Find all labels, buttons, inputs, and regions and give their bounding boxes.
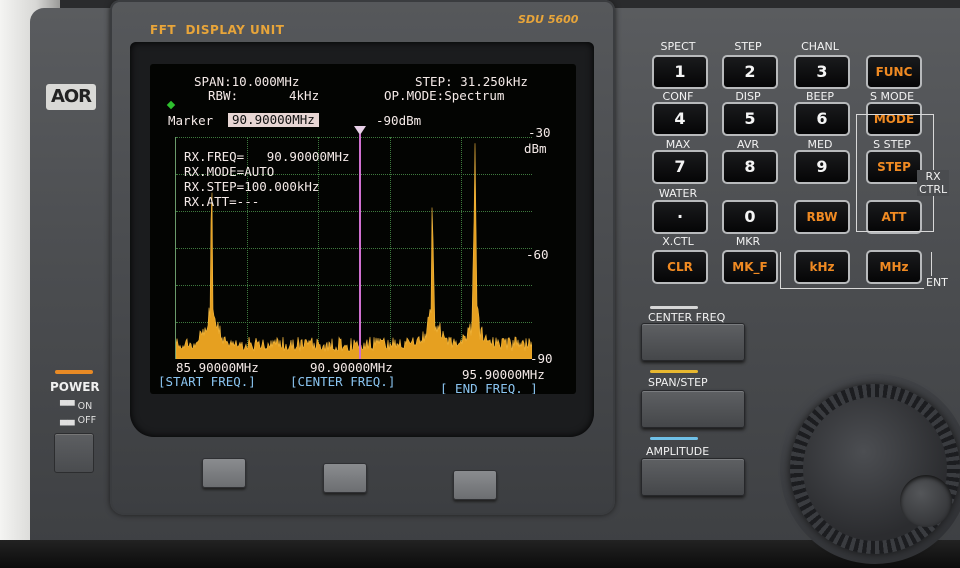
key-function-label: CHANL bbox=[801, 40, 839, 53]
keypad-button[interactable]: 1 bbox=[652, 55, 708, 89]
rx-mode-readout: RX.MODE=AUTO bbox=[184, 164, 275, 179]
keypad-button[interactable]: 5 bbox=[722, 102, 778, 136]
key-function-label: MKR bbox=[735, 235, 761, 248]
key-function-label: WATER bbox=[658, 187, 698, 200]
end-frequency: 95.90000MHz bbox=[462, 367, 545, 382]
ref-level-bottom: -90 bbox=[530, 351, 553, 366]
power-off-icon: ▄▄ bbox=[60, 415, 78, 426]
marker-frequency-field[interactable]: 90.90000MHz bbox=[228, 113, 319, 127]
span-step-key-label: SPAN/STEP bbox=[648, 376, 708, 389]
rx-step-readout: RX.STEP=100.000kHz bbox=[184, 179, 320, 194]
span-readout: SPAN:10.000MHz bbox=[194, 74, 300, 89]
softkey-center-freq[interactable] bbox=[323, 463, 367, 493]
display-unit-title: FFT DISPLAY UNIT bbox=[150, 23, 285, 37]
keypad-button[interactable]: RBW bbox=[794, 200, 850, 234]
keypad-button[interactable]: MK_F bbox=[722, 250, 778, 284]
key-function-label: SPECT bbox=[660, 40, 696, 53]
keypad-button[interactable]: 0 bbox=[722, 200, 778, 234]
keypad-button[interactable]: 4 bbox=[652, 102, 708, 136]
marker-line[interactable] bbox=[359, 134, 361, 359]
span-step-stripe bbox=[650, 370, 698, 373]
keypad-button[interactable]: 7 bbox=[652, 150, 708, 184]
rbw-value: 4kHz bbox=[289, 88, 320, 103]
brand-logo: AOR bbox=[46, 84, 96, 110]
status-indicator-icon bbox=[166, 100, 176, 110]
power-indicator-stripe bbox=[55, 370, 93, 374]
amplitude-button[interactable] bbox=[641, 458, 745, 496]
keypad-button[interactable]: 2 bbox=[722, 55, 778, 89]
key-function-label: STEP bbox=[734, 40, 762, 53]
key-function-label: X.CTL bbox=[662, 235, 694, 248]
power-off-legend: ▄▄ OFF bbox=[60, 415, 97, 426]
keypad-button[interactable]: · bbox=[652, 200, 708, 234]
power-button[interactable] bbox=[54, 433, 94, 473]
keypad-button[interactable]: FUNC bbox=[866, 55, 922, 89]
rx-ctrl-label: RX CTRL bbox=[917, 170, 950, 196]
keypad-button[interactable]: 9 bbox=[794, 150, 850, 184]
span-step-button[interactable] bbox=[641, 390, 745, 428]
keypad-button[interactable]: 3 bbox=[794, 55, 850, 89]
center-freq-button[interactable] bbox=[641, 323, 745, 361]
amplitude-key-label: AMPLITUDE bbox=[646, 445, 710, 458]
start-frequency: 85.90000MHz bbox=[176, 360, 259, 375]
keypad-button[interactable]: CLR bbox=[652, 250, 708, 284]
rx-frequency-readout: RX.FREQ= 90.90000MHz bbox=[184, 149, 350, 164]
rbw-readout: RBW: bbox=[208, 88, 239, 103]
lcd-screen: SPAN:10.000MHz RBW: 4kHz STEP: 31.250kHz… bbox=[150, 64, 576, 394]
keypad-button[interactable]: 8 bbox=[722, 150, 778, 184]
opmode-readout: OP.MODE:Spectrum bbox=[384, 88, 505, 103]
amplitude-stripe bbox=[650, 437, 698, 440]
end-freq-softkey-label: [ END FREQ. ] bbox=[440, 381, 538, 395]
center-freq-softkey-label: [CENTER FREQ.] bbox=[290, 374, 396, 389]
keypad-button[interactable]: 6 bbox=[794, 102, 850, 136]
finger-dimple[interactable] bbox=[900, 475, 952, 527]
marker-level: -90dBm bbox=[376, 113, 422, 128]
power-on-icon: ▀▀ bbox=[60, 401, 78, 412]
ent-label: ENT bbox=[924, 276, 950, 289]
rx-att-readout: RX.ATT=--- bbox=[184, 194, 260, 209]
step-readout: STEP: 31.250kHz bbox=[415, 74, 528, 89]
power-label: POWER bbox=[50, 380, 100, 394]
start-freq-softkey-label: [START FREQ.] bbox=[158, 374, 256, 389]
power-on-legend: ▀▀ ON bbox=[60, 401, 93, 412]
center-freq-stripe bbox=[650, 306, 698, 309]
softkey-start-freq[interactable] bbox=[202, 458, 246, 488]
model-label: SDU 5600 bbox=[518, 13, 579, 26]
marker-label: Marker bbox=[168, 113, 214, 128]
softkey-end-freq[interactable] bbox=[453, 470, 497, 500]
ent-bracket bbox=[780, 252, 932, 289]
center-frequency: 90.90000MHz bbox=[310, 360, 393, 375]
